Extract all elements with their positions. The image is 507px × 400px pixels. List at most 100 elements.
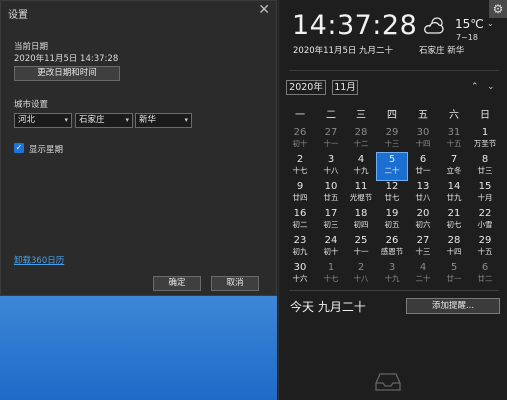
day-number: 29 [385,127,399,138]
day-number: 25 [354,235,368,246]
calendar-day[interactable]: 26 初十 [285,126,315,153]
chevron-down-icon: ▾ [125,116,129,124]
day-number: 30 [416,127,430,138]
month-selector[interactable]: 11月 [332,80,358,95]
current-date-value: 2020年11月5日 14:37:28 [14,54,119,64]
weekday-label: 日 [480,110,490,121]
chevron-down-icon[interactable]: ⌄ [487,82,495,92]
year-selector[interactable]: 2020年 [286,80,326,95]
calendar-day[interactable]: 17 初三 [316,207,346,234]
divider [289,70,499,71]
chevron-down-icon[interactable]: ⌄ [487,19,494,28]
calendar-day[interactable]: 1 万圣节 [470,126,500,153]
calendar-day[interactable]: 8 廿三 [470,153,500,180]
calendar-day[interactable]: 4 十九 [346,153,376,180]
lunar-label: 十七 [323,274,339,283]
calendar-day[interactable]: 27 十三 [408,234,438,261]
calendar-day[interactable]: 2 十七 [285,153,315,180]
day-number: 5 [450,262,458,273]
calendar-day[interactable]: 27 十一 [316,126,346,153]
lunar-label: 廿四 [292,193,308,202]
calendar-day[interactable]: 29 十三 [377,126,407,153]
partly-cloudy-icon [424,17,444,34]
city-select[interactable]: 石家庄 ▾ [75,113,133,128]
day-number: 2 [357,262,365,273]
day-number: 28 [354,127,368,138]
day-number: 27 [324,127,338,138]
district-select[interactable]: 新华 ▾ [135,113,192,128]
day-number: 1 [327,262,335,273]
calendar-day[interactable]: 10 廿五 [316,180,346,207]
calendar-day[interactable]: 11 光棍节 [346,180,376,207]
calendar-day[interactable]: 15 十月 [470,180,500,207]
gear-icon[interactable]: ⚙ [489,0,507,18]
calendar-day[interactable]: 20 初六 [408,207,438,234]
cancel-button[interactable]: 取消 [211,276,259,291]
calendar-day[interactable]: 4 二十 [408,261,438,288]
calendar-day[interactable]: 21 初七 [439,207,469,234]
calendar-day[interactable]: 29 十五 [470,234,500,261]
chevron-down-icon: ▾ [64,116,68,124]
day-number: 14 [447,181,461,192]
calendar-day[interactable]: 3 十八 [316,153,346,180]
day-number: 23 [293,235,307,246]
chevron-up-icon[interactable]: ⌃ [471,82,479,92]
day-number: 26 [293,127,307,138]
calendar-day[interactable]: 7 立冬 [439,153,469,180]
calendar-day[interactable]: 9 廿四 [285,180,315,207]
calendar-day[interactable]: 30 十六 [285,261,315,288]
calendar-day[interactable]: 19 初五 [377,207,407,234]
ok-button[interactable]: 确定 [153,276,201,291]
lunar-label: 廿九 [446,193,462,202]
calendar-day[interactable]: 26 感恩节 [377,234,407,261]
lunar-label: 廿八 [415,193,431,202]
close-icon[interactable]: ✕ [258,2,270,18]
calendar-day[interactable]: 25 十一 [346,234,376,261]
settings-window: 设置 ✕ 当前日期 2020年11月5日 14:37:28 更改日期和时间 城市… [0,0,277,296]
calendar-day[interactable]: 13 廿八 [408,180,438,207]
calendar-day[interactable]: 28 十二 [346,126,376,153]
lunar-label: 十八 [323,166,339,175]
day-number: 22 [478,208,492,219]
day-number: 13 [416,181,430,192]
calendar-day[interactable]: 2 十八 [346,261,376,288]
lunar-label: 二十 [384,166,400,175]
day-number: 31 [447,127,461,138]
weekday-label: 五 [418,110,428,121]
desktop-background [0,296,277,400]
calendar-day[interactable]: 22 小雪 [470,207,500,234]
day-number: 11 [354,181,368,192]
day-number: 12 [385,181,399,192]
lunar-label: 立冬 [446,166,462,175]
lunar-label: 初九 [292,247,308,256]
uninstall-link[interactable]: 卸载360日历 [14,254,64,266]
day-number: 6 [419,154,427,165]
calendar-day[interactable]: 24 初十 [316,234,346,261]
calendar-day[interactable]: 6 廿二 [470,261,500,288]
calendar-day[interactable]: 28 十四 [439,234,469,261]
calendar-day[interactable]: 16 初二 [285,207,315,234]
inbox-icon[interactable] [375,372,401,392]
day-number: 2 [296,154,304,165]
calendar-day[interactable]: 1 十七 [316,261,346,288]
change-date-time-button[interactable]: 更改日期和时间 [14,66,120,81]
lunar-label: 十七 [292,166,308,175]
calendar-day[interactable]: 3 十九 [377,261,407,288]
calendar-day[interactable]: 31 十五 [439,126,469,153]
add-reminder-button[interactable]: 添加提醒... [406,298,500,314]
calendar-day[interactable]: 14 廿九 [439,180,469,207]
calendar-day[interactable]: 30 十四 [408,126,438,153]
temperature-range: 7~18 [456,33,478,42]
show-week-checkbox[interactable]: ✓ [14,143,24,153]
day-number: 16 [293,208,307,219]
calendar-day-today[interactable]: 5 二十 [376,152,408,181]
calendar-day[interactable]: 23 初九 [285,234,315,261]
city-value: 石家庄 [79,115,105,125]
calendar-day[interactable]: 5 廿一 [439,261,469,288]
province-select[interactable]: 河北 ▾ [14,113,72,128]
calendar-day[interactable]: 12 廿七 [377,180,407,207]
calendar-day[interactable]: 18 初四 [346,207,376,234]
calendar-day[interactable]: 6 廿一 [408,153,438,180]
weekday-label: 六 [449,110,459,121]
settings-title: 设置 [8,10,28,21]
